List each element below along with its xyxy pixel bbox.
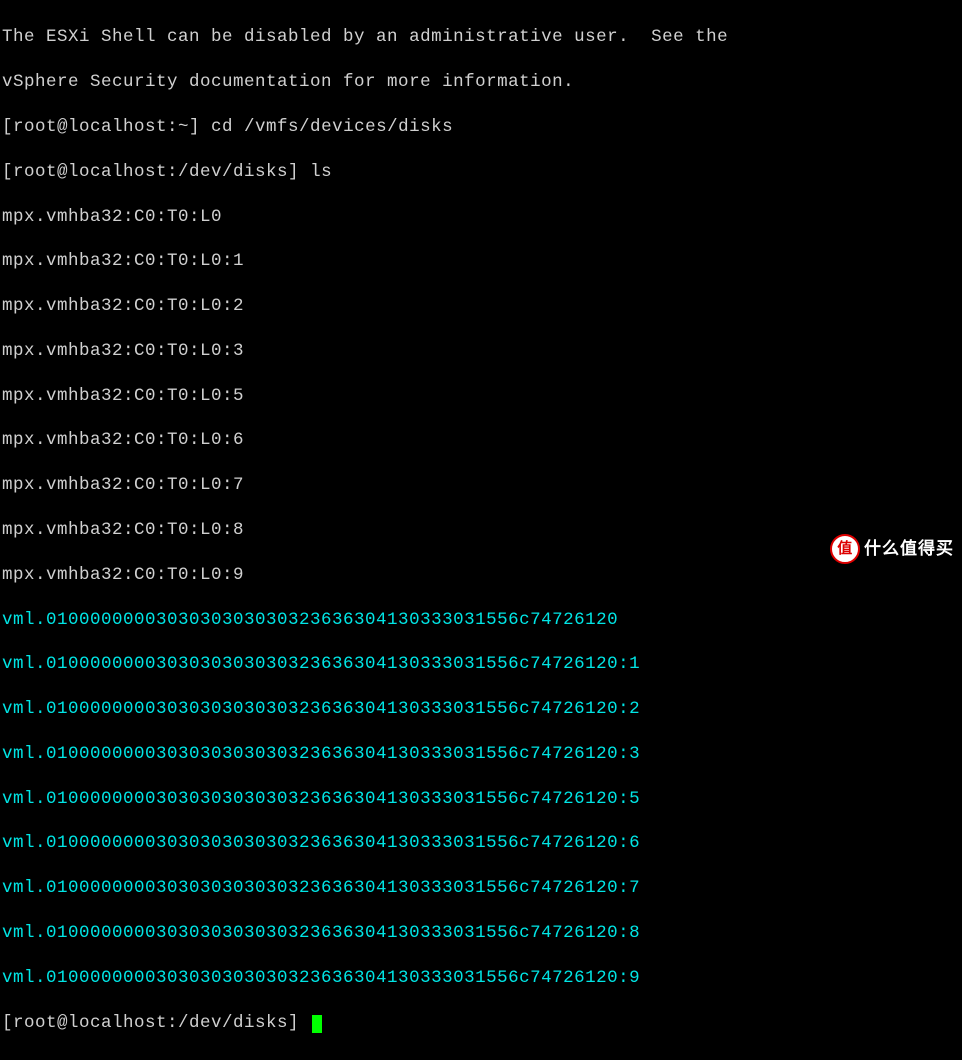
command-text: ls — [310, 162, 332, 182]
shell-prompt: [root@localhost:/dev/disks] — [2, 1013, 310, 1033]
shell-prompt: [root@localhost:~] — [2, 117, 211, 137]
ls-entry-symlink: vml.010000000030303030303032363630413033… — [2, 922, 960, 944]
ls-entry-symlink: vml.010000000030303030303032363630413033… — [2, 653, 960, 675]
motd-line: vSphere Security documentation for more … — [2, 71, 960, 93]
history-line: [root@localhost:~] cd /vmfs/devices/disk… — [2, 116, 960, 138]
watermark-text: 什么值得买 — [864, 538, 954, 560]
ls-entry: mpx.vmhba32:C0:T0:L0:1 — [2, 250, 960, 272]
ls-entry: mpx.vmhba32:C0:T0:L0:7 — [2, 474, 960, 496]
ls-entry: mpx.vmhba32:C0:T0:L0:8 — [2, 519, 960, 541]
history-line: [root@localhost:/dev/disks] ls — [2, 161, 960, 183]
ls-entry: mpx.vmhba32:C0:T0:L0:2 — [2, 295, 960, 317]
terminal-output[interactable]: The ESXi Shell can be disabled by an adm… — [0, 0, 962, 1060]
ls-entry: mpx.vmhba32:C0:T0:L0:9 — [2, 564, 960, 586]
ls-entry: mpx.vmhba32:C0:T0:L0:3 — [2, 340, 960, 362]
ls-entry: mpx.vmhba32:C0:T0:L0:5 — [2, 385, 960, 407]
ls-entry-symlink: vml.010000000030303030303032363630413033… — [2, 967, 960, 989]
ls-entry: mpx.vmhba32:C0:T0:L0 — [2, 206, 960, 228]
watermark-badge-icon: 值 — [830, 534, 860, 564]
command-text: cd /vmfs/devices/disks — [211, 117, 453, 137]
ls-entry-symlink: vml.010000000030303030303032363630413033… — [2, 698, 960, 720]
motd-line: The ESXi Shell can be disabled by an adm… — [2, 26, 960, 48]
shell-prompt: [root@localhost:/dev/disks] — [2, 162, 310, 182]
ls-entry-symlink: vml.010000000030303030303032363630413033… — [2, 877, 960, 899]
ls-entry-symlink: vml.010000000030303030303032363630413033… — [2, 743, 960, 765]
ls-entry-symlink: vml.010000000030303030303032363630413033… — [2, 609, 960, 631]
watermark: 值 什么值得买 — [830, 534, 954, 564]
current-prompt-line[interactable]: [root@localhost:/dev/disks] — [2, 1012, 960, 1034]
ls-entry: mpx.vmhba32:C0:T0:L0:6 — [2, 429, 960, 451]
cursor-icon — [312, 1015, 322, 1033]
ls-entry-symlink: vml.010000000030303030303032363630413033… — [2, 788, 960, 810]
ls-entry-symlink: vml.010000000030303030303032363630413033… — [2, 832, 960, 854]
